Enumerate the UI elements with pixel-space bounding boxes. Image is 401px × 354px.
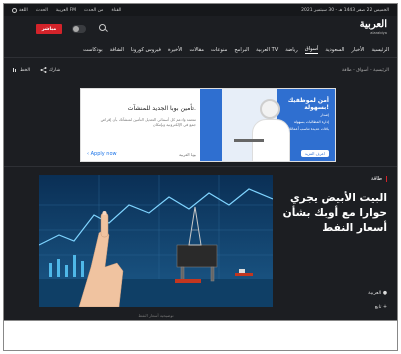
topbar-link-channel[interactable]: القناة <box>111 8 121 13</box>
ad-learn-more-button[interactable]: اعرف المزيد <box>300 150 329 157</box>
page-footer-area <box>3 321 398 351</box>
date-text: الخميس 22 صفر 1443 هـ - 30 سبتمبر 2021 <box>301 7 389 13</box>
topbar-link-hadath[interactable]: الحدث <box>36 8 48 13</box>
image-caption: توضيحية أسعار النفط <box>138 313 174 318</box>
nav-item-podcast[interactable]: بودكاست <box>83 47 103 53</box>
laptop-shape <box>234 139 264 142</box>
apply-now-label: Apply now <box>90 151 117 157</box>
font-size-icon <box>13 68 16 72</box>
article-toolbar: الخط شارك الرئيسية - أسواق - طاقة <box>4 60 397 80</box>
ad-text-panel: تأمين بوبا الجديد للمنشآت. متعمد وادعم ك… <box>81 89 202 161</box>
article-source[interactable]: العربية ● <box>368 291 387 296</box>
language-label: اللغة <box>19 7 28 13</box>
article-hero-image <box>39 175 273 307</box>
main-nav: الرئيسية الأخبار السعودية أسواق رياضة ال… <box>4 42 397 58</box>
ad-right-text: أمن لموظفيك بسهولة! إصدار إدارة المطالبا… <box>277 97 329 132</box>
nav-item-news[interactable]: الأخبار <box>351 47 364 53</box>
font-size-label: الخط <box>20 67 31 73</box>
logo-english: alarabiya <box>370 31 387 35</box>
browser-frame: اللغة الحدث العربية FM من الحدث القناة ا… <box>3 3 398 321</box>
theme-toggle[interactable] <box>72 25 86 33</box>
live-button[interactable]: مباشر <box>36 24 62 34</box>
nav-item-sports[interactable]: رياضة <box>285 47 298 53</box>
nav-item-variety[interactable]: منوعات <box>211 47 227 53</box>
ad-photo <box>222 89 290 161</box>
logo-arabic: العربية <box>359 19 387 30</box>
globe-icon <box>12 7 17 13</box>
nav-item-markets[interactable]: أسواق <box>304 46 319 54</box>
share-icon <box>40 67 47 73</box>
nav-item-last[interactable]: الأخيرة <box>168 47 183 53</box>
site-logo[interactable]: العربية alarabiya <box>360 19 387 35</box>
nav-item-culture[interactable]: الشافة <box>110 47 124 53</box>
font-size-button[interactable]: الخط <box>12 67 30 73</box>
source-label: العربية <box>368 291 382 296</box>
breadcrumb[interactable]: الرئيسية - أسواق - طاقة <box>342 68 389 73</box>
plus-icon: + <box>382 305 387 310</box>
location-pin-icon: ● <box>382 291 387 296</box>
ad-right-line-1: إصدار <box>320 113 329 117</box>
live-label: مباشر <box>41 26 57 32</box>
follow-label: تابع <box>374 305 382 310</box>
ad-left-title: تأمين بوبا الجديد للمنشآت. <box>127 105 196 112</box>
nav-item-saudi[interactable]: السعودية <box>325 47 344 53</box>
top-bar: اللغة الحدث العربية FM من الحدث القناة ا… <box>4 4 397 16</box>
search-icon[interactable] <box>99 24 106 31</box>
nav-item-corona[interactable]: فيروس كورونا <box>131 47 161 53</box>
site-header: مباشر العربية alarabiya <box>4 16 397 42</box>
language-selector[interactable]: اللغة <box>12 7 28 13</box>
article-section: طاقة البيت الأبيض يجري حوارا مع أوبك بشأ… <box>4 166 397 320</box>
share-button[interactable]: شارك <box>40 67 60 73</box>
oil-rig-illustration <box>39 175 273 307</box>
share-label: شارك <box>49 67 61 73</box>
nav-item-tv[interactable]: العربية TV <box>256 47 278 53</box>
ad-right-line-2: إدارة المطالبات بسهولة <box>293 120 329 124</box>
article-headline[interactable]: البيت الأبيض يجري حوارا مع أوبك بشأن أسع… <box>277 191 387 236</box>
ad-image-panel: أمن لموظفيك بسهولة! إصدار إدارة المطالبا… <box>200 89 335 161</box>
ad-right-title: أمن لموظفيك بسهولة! <box>287 97 329 111</box>
nav-item-articles[interactable]: مقالات <box>189 47 204 53</box>
advertisement-banner[interactable]: تأمين بوبا الجديد للمنشآت. متعمد وادعم ك… <box>80 88 336 162</box>
nav-item-home[interactable]: الرئيسية <box>371 47 389 53</box>
ad-left-description: متعمد وادعم كل أسمائي التعديل التأمين لم… <box>100 117 196 127</box>
nav-item-programs[interactable]: البرامج <box>234 47 249 53</box>
ad-brand: بوبا العربية <box>179 152 196 157</box>
topbar-link-from-hadath[interactable]: من الحدث <box>84 8 103 13</box>
topbar-link-fm[interactable]: العربية FM <box>56 8 76 13</box>
follow-button[interactable]: تابع + <box>375 305 387 310</box>
ad-right-line-3: باقات عديدة تناسب أعمالك <box>288 127 329 131</box>
apply-now-link[interactable]: ‹ Apply now <box>87 151 117 157</box>
category-tag[interactable]: طاقة <box>371 176 387 182</box>
